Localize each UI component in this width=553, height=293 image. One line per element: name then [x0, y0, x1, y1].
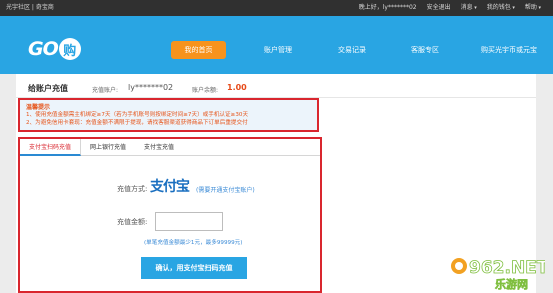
account-value: ly*******02 [128, 83, 174, 92]
wallet-menu[interactable]: 我的钱包 [487, 0, 515, 16]
notice-box: 温馨提示 1、使用充值金额需主机绑定≥7天（若为手机账号则按绑定时间≥7天）或手… [18, 98, 319, 132]
logo-mark: 购 [58, 38, 81, 60]
tab-alipay-qr[interactable]: 支付宝扫码充值 [20, 139, 82, 156]
top-utility-bar: 光宇社区 | 奇宝商 晚上好，ly*******02 安全退出 消息 我的钱包 … [0, 0, 553, 16]
alipay-logo: 支付宝 [150, 175, 192, 195]
site-header: GO 购 我的首页 账户管理 交易记录 客服专区 购买光宇币或元宝 [0, 16, 553, 74]
nav-account[interactable]: 账户管理 [252, 41, 304, 59]
go-logo[interactable]: GO 购 [28, 36, 81, 62]
tab-online-bank[interactable]: 网上银行充值 [81, 139, 135, 156]
logout-link[interactable]: 安全退出 [427, 0, 451, 16]
messages-menu[interactable]: 消息 [461, 0, 477, 16]
welcome-text: 晚上好，ly*******02 [358, 4, 417, 11]
method-note[interactable]: (需要开通支付宝账户) [196, 185, 255, 194]
alipay-logo-text: 支付宝 [150, 179, 190, 195]
nav-transactions[interactable]: 交易记录 [326, 41, 378, 59]
community-links[interactable]: 光宇社区 | 奇宝商 [6, 0, 54, 16]
user-links: 晚上好，ly*******02 安全退出 消息 我的钱包 帮助 [359, 0, 541, 16]
notice-line-1: 1、使用充值金额需主机绑定≥7天（若为手机账号则按绑定时间≥7天）或手机认证≥3… [26, 112, 249, 118]
notice-line-2: 2、为避免信用卡套现：充值金额不满限于提现，请找客服渠道获得商品下订单后重提交付 [26, 120, 248, 126]
balance-value: 1.00 [227, 83, 247, 92]
help-menu[interactable]: 帮助 [525, 0, 541, 16]
watermark-sub: 乐游网 [495, 277, 528, 291]
logo-text: GO [28, 38, 59, 60]
method-label: 充值方式: [117, 185, 148, 193]
recharge-form: 支付宝扫码充值 网上银行充值 支付宝充值 充值方式: 支付宝 (需要开通支付宝账… [18, 137, 322, 293]
tab-alipay[interactable]: 支付宝充值 [135, 139, 183, 156]
nav-support[interactable]: 客服专区 [399, 41, 451, 59]
amount-label: 充值金额: [117, 218, 148, 226]
nav-home[interactable]: 我的首页 [171, 41, 226, 59]
watermark-logo: 962.NET 乐游网 [451, 258, 545, 291]
watermark-text: 962.NET [469, 258, 545, 278]
balance-label: 账户余额: [192, 87, 219, 94]
main-nav: 我的首页 账户管理 交易记录 客服专区 购买光宇币或元宝 [171, 41, 547, 59]
notice-title: 温馨提示 [26, 104, 51, 111]
amount-hint: (单笔充值金额最少1元，最多99999元) [144, 240, 243, 246]
nav-buy-currency[interactable]: 购买光宇币或元宝 [471, 41, 547, 59]
account-label: 充值账户: [92, 87, 119, 94]
page-title: 给账户充值 [28, 84, 68, 93]
amount-input[interactable] [155, 212, 223, 231]
confirm-button[interactable]: 确认，用支付宝扫码充值 [141, 257, 247, 279]
payment-tabs: 支付宝扫码充值 网上银行充值 支付宝充值 [20, 139, 320, 156]
